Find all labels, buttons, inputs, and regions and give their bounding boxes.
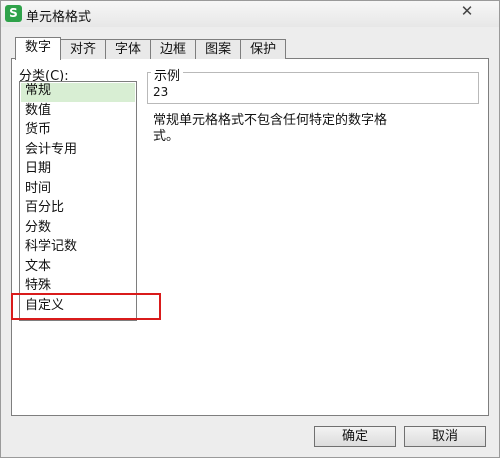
tab-pattern[interactable]: 图案	[195, 39, 242, 59]
category-item[interactable]: 分数	[25, 219, 51, 237]
annotation-highlight-box	[11, 293, 161, 320]
category-item[interactable]: 数值	[25, 102, 51, 120]
category-item[interactable]: 文本	[25, 258, 51, 276]
category-item[interactable]: 科学记数	[25, 238, 77, 256]
tab-strip: 数字 对齐 字体 边框 图案 保护	[15, 37, 287, 60]
category-item[interactable]: 常规	[25, 82, 51, 100]
tab-number[interactable]: 数字	[15, 37, 62, 60]
cancel-button[interactable]: 取消	[404, 426, 486, 447]
close-icon: ✕	[460, 2, 474, 20]
category-item[interactable]: 会计专用	[25, 141, 77, 159]
format-description: 常规单元格格式不包含任何特定的数字格式。	[153, 113, 388, 144]
tab-protection[interactable]: 保护	[240, 39, 287, 59]
category-item[interactable]: 日期	[25, 160, 51, 178]
tab-alignment[interactable]: 对齐	[60, 39, 107, 59]
format-cells-dialog: S 单元格格式 ✕ 数字 对齐 字体 边框 图案 保护 分类(C): 常规 数值…	[0, 0, 500, 458]
category-item[interactable]: 货币	[25, 121, 51, 139]
category-list[interactable]: 常规 数值 货币 会计专用 日期 时间 百分比 分数 科学记数 文本 特殊 自定…	[19, 81, 137, 321]
tab-border[interactable]: 边框	[150, 39, 197, 59]
tab-font[interactable]: 字体	[105, 39, 152, 59]
dialog-title: 单元格格式	[26, 10, 92, 25]
app-logo-icon: S	[5, 5, 22, 22]
sample-label: 示例	[151, 65, 184, 84]
title-bar: S 单元格格式 ✕	[1, 1, 499, 27]
category-item[interactable]: 时间	[25, 180, 51, 198]
category-item[interactable]: 百分比	[25, 199, 64, 217]
sample-value: 23	[153, 85, 169, 99]
ok-button[interactable]: 确定	[314, 426, 396, 447]
sample-group	[147, 72, 479, 104]
close-button[interactable]: ✕	[447, 1, 487, 21]
